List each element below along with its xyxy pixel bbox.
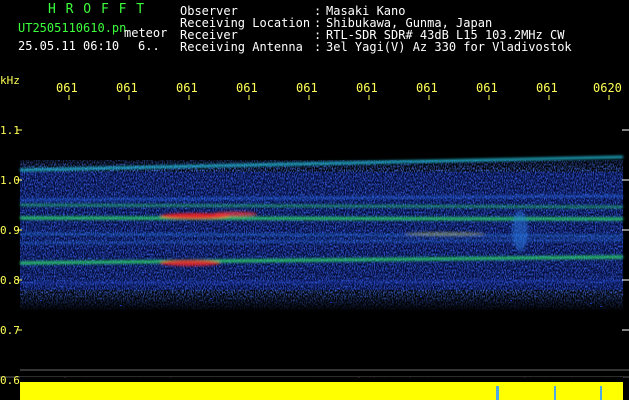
- x-tick-4: 061: [296, 81, 318, 95]
- strong-echo-2: [213, 211, 257, 217]
- right-ticks: [622, 129, 629, 331]
- antenna-label: Receiving Antenna: [180, 40, 303, 54]
- y-tick-5: 0.6: [0, 374, 20, 387]
- y-unit-label: kHz: [0, 74, 20, 87]
- x-tick-6: 061: [416, 81, 438, 95]
- strong-echo-3: [160, 260, 220, 266]
- x-tick-0: 061: [56, 81, 78, 95]
- spectrogram: [0, 95, 629, 400]
- antenna-sep: :: [314, 40, 322, 54]
- x-tick-9: 0620: [593, 81, 622, 95]
- x-tick-3: 061: [236, 81, 258, 95]
- x-tick-2: 061: [176, 81, 198, 95]
- level-meter: [20, 377, 623, 400]
- echo-5: [512, 211, 528, 251]
- echo-4: [405, 232, 485, 236]
- antenna-value: 3el Yagi(V) Az 330 for Vladivostok: [326, 40, 572, 54]
- extra-field: 6..: [138, 39, 160, 53]
- y-tick-4: 0.7: [0, 324, 20, 337]
- x-tick-1: 061: [116, 81, 138, 95]
- top-ticks: [68, 95, 610, 100]
- x-tick-8: 061: [536, 81, 558, 95]
- x-tick-5: 061: [356, 81, 378, 95]
- app-title: H R O F F T: [48, 2, 146, 17]
- x-tick-7: 061: [476, 81, 498, 95]
- y-tick-1: 1.0: [0, 174, 20, 187]
- file-suffix: meteor: [124, 26, 168, 40]
- y-tick-0: 1.1: [0, 124, 20, 137]
- file-name: UT2505110610.pn: [18, 21, 127, 35]
- datetime: 25.05.11 06:10: [18, 39, 120, 53]
- band-0920: [19, 216, 624, 221]
- y-tick-2: 0.9: [0, 224, 20, 237]
- y-tick-3: 0.8: [0, 274, 20, 287]
